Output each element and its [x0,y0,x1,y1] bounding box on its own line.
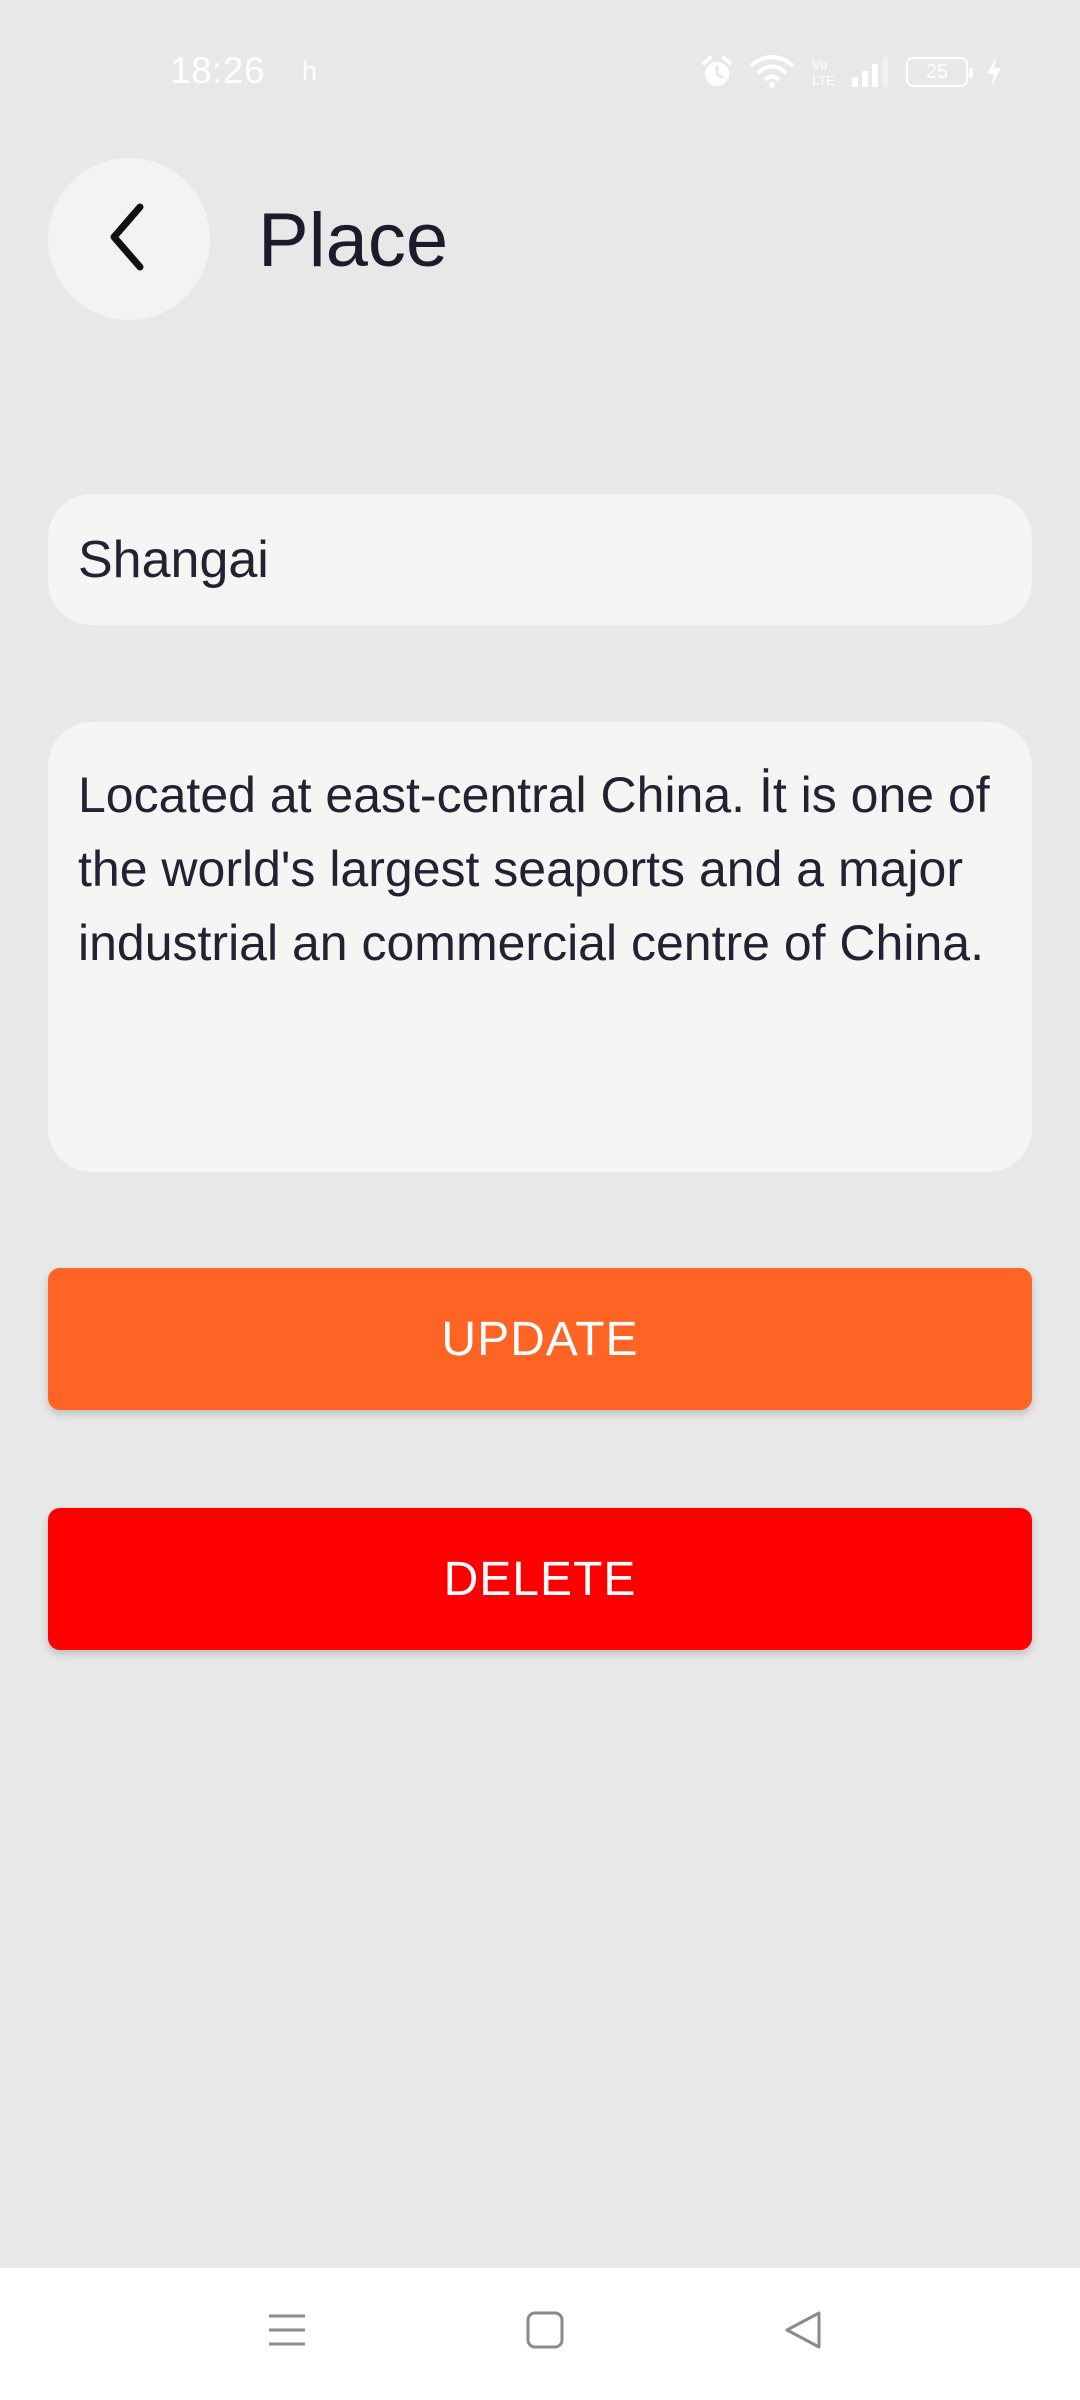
nav-menu-button[interactable] [242,2292,332,2372]
battery-icon: 25 [906,57,973,87]
svg-text:Vo: Vo [812,57,827,72]
update-button[interactable]: UPDATE [48,1268,1032,1410]
place-description-input[interactable]: Located at east-central China. İt is one… [48,722,1032,1172]
screen: 18:26 h Vo LTE 25 Place Shangai Located … [0,0,1080,2400]
volte-icon: Vo LTE [810,55,834,89]
wifi-icon [750,55,794,89]
navigation-bar [0,2268,1080,2400]
status-bar: 18:26 h Vo LTE 25 [0,0,1080,140]
svg-text:LTE: LTE [812,73,834,88]
back-button[interactable] [48,158,210,320]
nav-home-button[interactable] [500,2292,590,2372]
status-time: 18:26 [170,50,266,91]
status-indicator: h [302,56,318,86]
status-icons: Vo LTE 25 [700,50,1004,94]
alarm-icon [700,55,734,89]
chevron-left-icon [104,201,154,278]
page-title: Place [258,198,449,283]
nav-back-button[interactable] [758,2292,848,2372]
menu-icon [267,2310,307,2355]
charging-icon [984,55,1004,89]
delete-button[interactable]: DELETE [48,1508,1032,1650]
signal-icon [850,55,890,89]
back-triangle-icon [783,2310,823,2355]
home-square-icon [525,2310,565,2355]
place-name-input[interactable] [48,494,1032,625]
